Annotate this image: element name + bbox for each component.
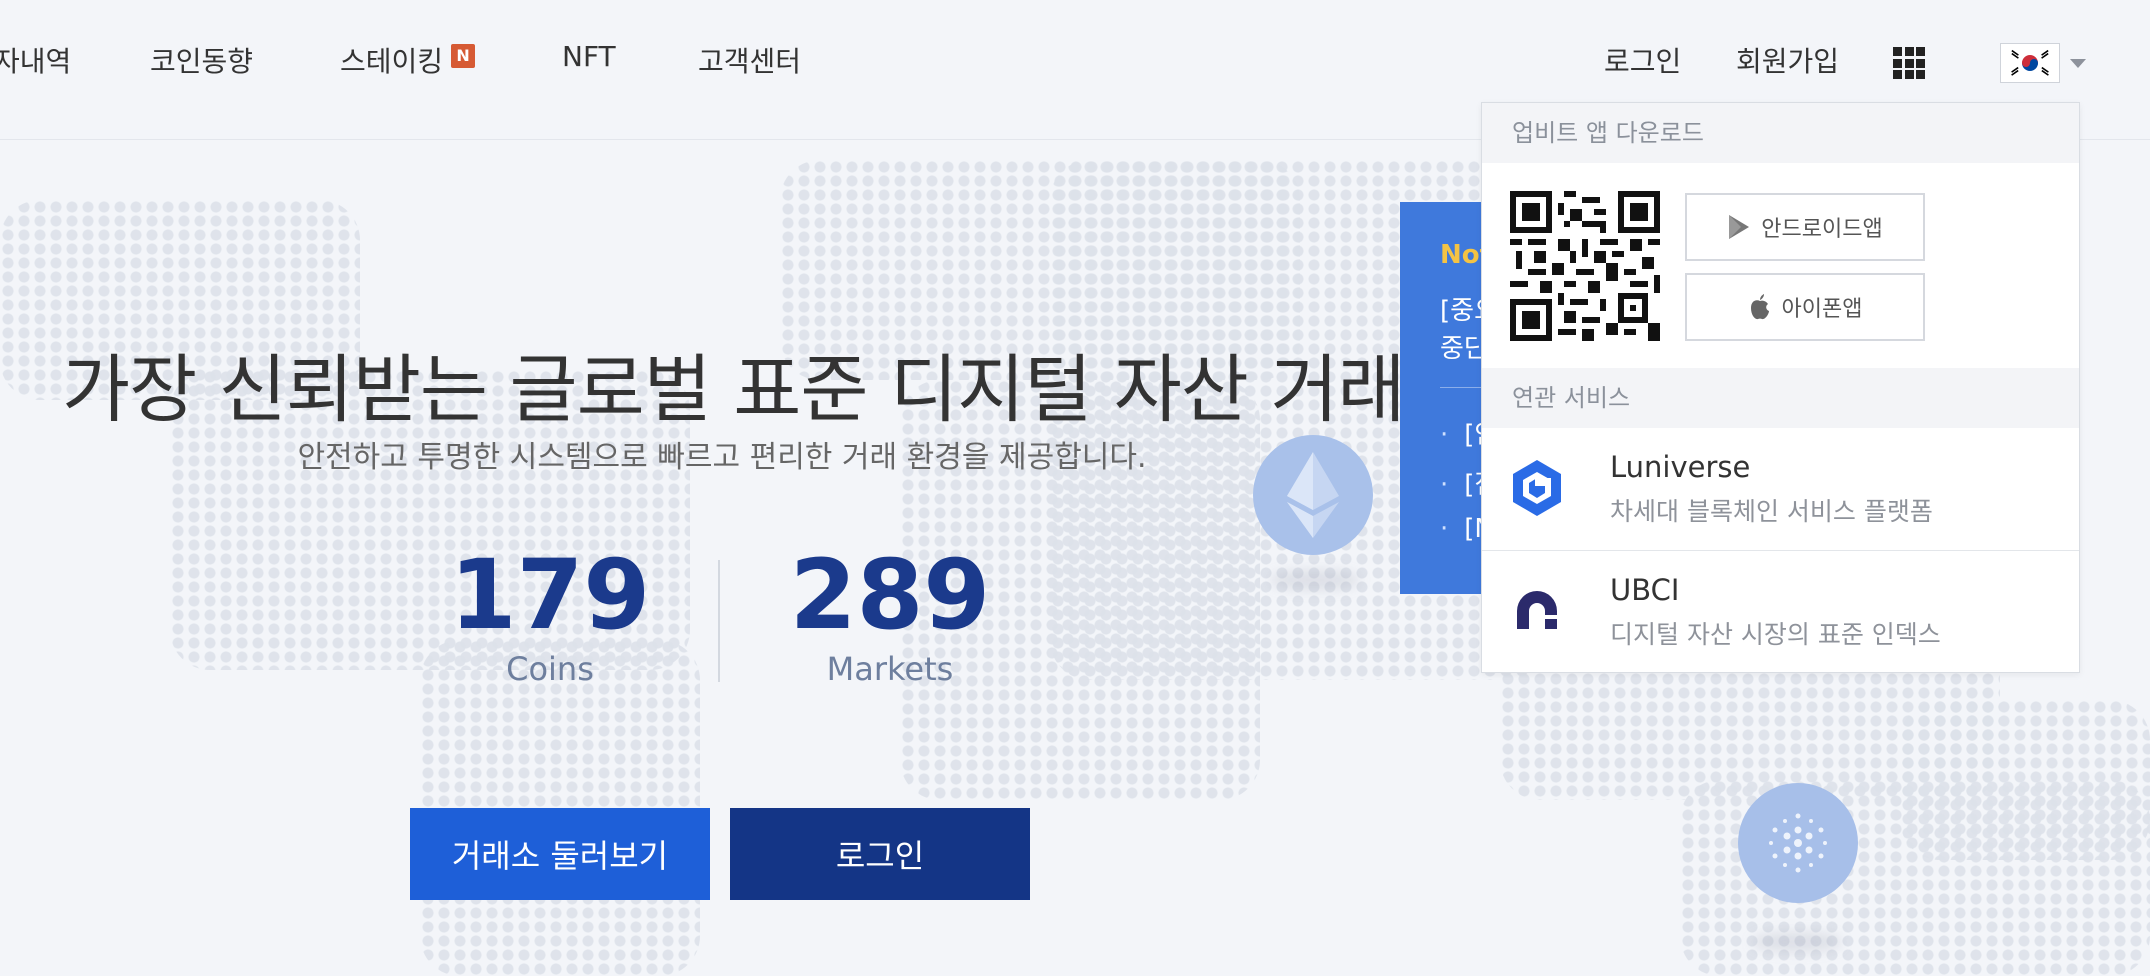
service-description: 디지털 자산 시장의 표준 인덱스	[1610, 620, 1941, 649]
nav-item-customer-center[interactable]: 고객센터	[698, 40, 801, 80]
nav-item-staking-label: 스테이킹	[340, 45, 444, 78]
korea-flag-icon	[2000, 43, 2060, 83]
nav-item-staking[interactable]: 스테이킹 N	[340, 40, 476, 80]
service-name: Luniverse	[1610, 450, 1751, 484]
app-download-header: 업비트 앱 다운로드	[1482, 103, 2079, 163]
service-description: 차세대 블록체인 서비스 플랫폼	[1610, 497, 1933, 526]
markets-label: Markets	[826, 650, 954, 688]
coins-stat: 179 Coins	[440, 540, 660, 688]
app-services-dropdown: 업비트 앱 다운로드 안드로이드앱 아이폰앱 연관 서비스 Luniverse …	[1481, 102, 2080, 673]
iphone-app-button[interactable]: 아이폰앱	[1685, 273, 1925, 341]
caret-down-icon	[2070, 58, 2086, 68]
google-play-icon	[1729, 215, 1750, 239]
hero-title: 가장 신뢰받는 글로벌 표준 디지털 자산 거래소	[62, 347, 1473, 433]
login-link[interactable]: 로그인	[1604, 40, 1681, 80]
service-luniverse[interactable]: Luniverse 차세대 블록체인 서비스 플랫폼	[1482, 428, 2079, 548]
nav-item-coin-trends[interactable]: 코인동향	[150, 40, 253, 80]
nav-item-history[interactable]: 자내역	[0, 40, 71, 80]
apple-icon	[1750, 294, 1769, 320]
cardano-coin-icon	[1738, 783, 1858, 903]
nav-item-nft[interactable]: NFT	[562, 40, 616, 73]
ethereum-coin-icon	[1253, 435, 1373, 555]
markets-stat: 289 Markets	[780, 540, 1000, 688]
stat-divider	[718, 560, 720, 682]
new-badge: N	[451, 44, 476, 68]
android-app-button[interactable]: 안드로이드앱	[1685, 193, 1925, 261]
related-services-header: 연관 서비스	[1482, 368, 2079, 428]
coin-shadow	[1752, 932, 1842, 952]
signup-link[interactable]: 회원가입	[1736, 40, 1839, 80]
coins-count: 179	[449, 539, 651, 651]
ubci-logo	[1517, 591, 1557, 629]
language-selector[interactable]	[2000, 43, 2086, 83]
luniverse-logo	[1513, 460, 1561, 516]
coin-shadow	[1270, 570, 1360, 590]
hero-login-button[interactable]: 로그인	[730, 808, 1030, 900]
markets-count: 289	[789, 539, 991, 651]
hero-subtitle: 안전하고 투명한 시스템으로 빠르고 편리한 거래 환경을 제공합니다.	[297, 440, 1147, 475]
service-name: UBCI	[1610, 573, 1680, 607]
apps-grid-icon[interactable]	[1893, 47, 1925, 79]
iphone-app-label: 아이폰앱	[1781, 297, 1863, 322]
android-app-label: 안드로이드앱	[1761, 217, 1883, 242]
service-ubci[interactable]: UBCI 디지털 자산 시장의 표준 인덱스	[1482, 551, 2079, 671]
qr-code	[1510, 191, 1660, 341]
explore-exchange-button[interactable]: 거래소 둘러보기	[410, 808, 710, 900]
coins-label: Coins	[506, 650, 594, 688]
